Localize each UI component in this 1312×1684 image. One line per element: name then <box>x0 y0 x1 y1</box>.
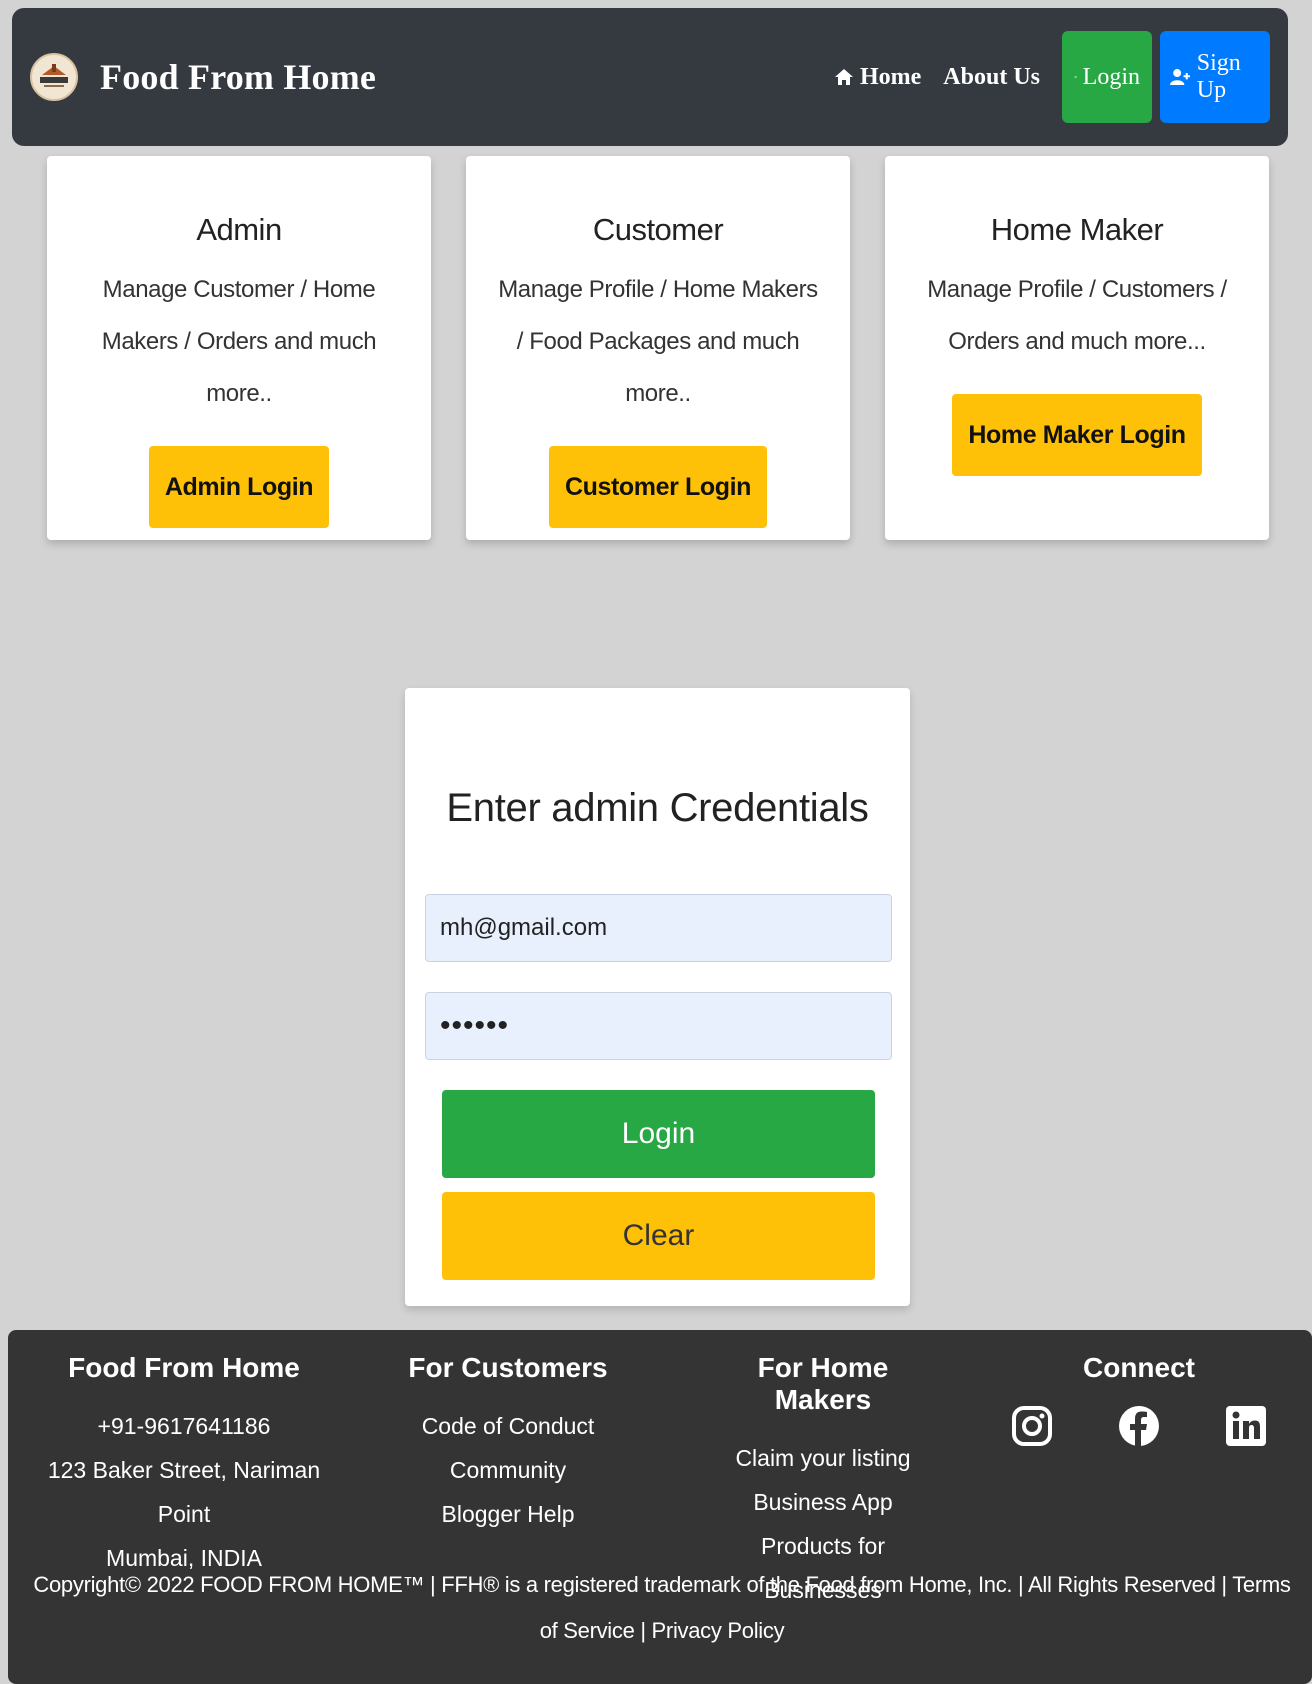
login-button[interactable]: Login <box>442 1090 875 1178</box>
footer-link[interactable]: Code of Conduct <box>392 1404 624 1448</box>
brand-title[interactable]: Food From Home <box>100 56 376 98</box>
footer-link[interactable]: Business App <box>708 1480 938 1524</box>
nav-about-link[interactable]: About Us <box>943 64 1040 91</box>
social-links <box>994 1404 1284 1448</box>
card-description: Manage Profile / Customers / Orders and … <box>927 276 1227 355</box>
nav-signup-label: Sign Up <box>1196 50 1241 103</box>
nav-login-button[interactable]: Login <box>1062 31 1152 123</box>
nav-about-label: About Us <box>943 63 1040 90</box>
login-heading: Enter admin Credentials <box>446 786 869 830</box>
nav-login-label: Login <box>1082 63 1140 90</box>
footer-address: 123 Baker Street, Nariman Point <box>47 1457 321 1527</box>
facebook-icon[interactable] <box>1117 1404 1161 1448</box>
footer-link[interactable]: Blogger Help <box>392 1492 624 1536</box>
card-description: Manage Customer / Home Makers / Orders a… <box>101 276 377 407</box>
customer-login-button[interactable]: Customer Login <box>548 446 768 528</box>
sign-in-icon <box>1074 75 1077 79</box>
customer-card: Customer Manage Profile / Home Makers / … <box>466 156 850 540</box>
footer-col-title: For Customers <box>408 1352 608 1383</box>
admin-login-button[interactable]: Admin Login <box>148 446 330 528</box>
admin-card: Admin Manage Customer / Home Makers / Or… <box>47 156 431 540</box>
nav-signup-button[interactable]: Sign Up <box>1160 31 1270 123</box>
card-description: Manage Profile / Home Makers / Food Pack… <box>498 276 818 407</box>
footer-col-customers: For Customers Code of Conduct Community … <box>392 1352 624 1536</box>
email-value: mh@gmail.com <box>440 914 608 941</box>
home-maker-card: Home Maker Manage Profile / Customers / … <box>885 156 1269 540</box>
footer-link[interactable]: Claim your listing <box>708 1436 938 1480</box>
card-title: Customer <box>592 212 724 247</box>
footer: Food From Home +91-9617641186 123 Baker … <box>8 1330 1312 1684</box>
nav-home-label: Home <box>859 63 922 90</box>
card-title: Admin <box>196 212 282 247</box>
email-field[interactable]: mh@gmail.com <box>425 894 892 962</box>
clear-button[interactable]: Clear <box>442 1192 875 1280</box>
instagram-icon[interactable] <box>1010 1404 1054 1448</box>
nav-home-link[interactable]: Home <box>834 64 921 91</box>
footer-phone: +91-9617641186 <box>97 1413 271 1439</box>
password-value: •••••• <box>440 1009 510 1042</box>
navbar: Food From Home Home About Us Login Sign … <box>12 8 1288 146</box>
login-form-card: Enter admin Credentials mh@gmail.com •••… <box>405 688 910 1306</box>
copyright-text: Copyright© 2022 FOOD FROM HOME™ | FFH® i… <box>33 1572 1291 1643</box>
footer-col-connect: Connect <box>994 1352 1284 1448</box>
footer-link[interactable]: Community <box>392 1448 624 1492</box>
card-title: Home Maker <box>990 212 1164 247</box>
footer-col-title: Food From Home <box>68 1352 300 1383</box>
linkedin-icon[interactable] <box>1224 1404 1268 1448</box>
chef-logo-icon <box>32 55 76 99</box>
user-plus-icon <box>1170 69 1190 85</box>
footer-col-company: Food From Home +91-9617641186 123 Baker … <box>34 1352 334 1580</box>
footer-col-title: For Home Makers <box>757 1352 889 1415</box>
footer-col-title: Connect <box>1083 1352 1195 1383</box>
home-maker-login-button[interactable]: Home Maker Login <box>952 394 1202 476</box>
brand-logo[interactable] <box>30 53 78 101</box>
password-field[interactable]: •••••• <box>425 992 892 1060</box>
home-icon <box>834 69 853 85</box>
